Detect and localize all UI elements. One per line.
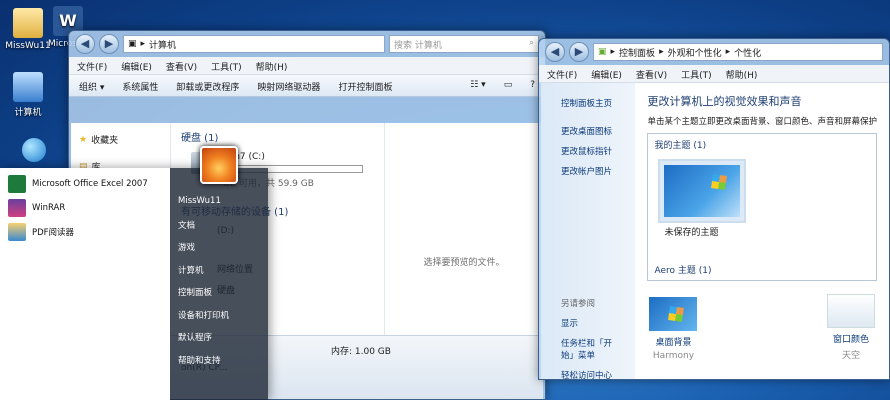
search-input[interactable]: 搜索 计算机 ⌕	[389, 35, 539, 53]
start-games-link[interactable]: 游戏	[178, 241, 260, 264]
search-placeholder: 搜索 计算机	[394, 41, 442, 51]
taskbar-start-link[interactable]: 任务栏和「开始」菜单	[561, 337, 615, 361]
preview-pane-icon[interactable]: ▭	[504, 80, 513, 91]
open-control-panel-button[interactable]: 打开控制面板	[338, 80, 392, 93]
desktop-icon-user-folder[interactable]: MissWu11	[2, 8, 54, 51]
start-help-link[interactable]: 帮助和支持	[178, 354, 260, 377]
desktop-icon-label: MissWu11	[5, 41, 51, 51]
control-panel-icon: ▣	[598, 47, 607, 57]
search-icon: ⌕	[528, 38, 534, 48]
explorer-toolbar: 组织 ▾ 系统属性 卸载或更改程序 映射网络驱动器 打开控制面板 ☷ ▾ ▭ ?	[69, 75, 545, 97]
folder-icon	[13, 8, 43, 38]
menu-help[interactable]: 帮助(H)	[726, 68, 758, 81]
menu-edit[interactable]: 编辑(E)	[591, 68, 622, 81]
cpanel-sidebar: 控制面板主页 更改桌面图标 更改鼠标指针 更改帐户图片 另请参阅 显示 任务栏和…	[541, 83, 636, 379]
drive-name: Win7 (C:)	[223, 152, 265, 162]
star-icon: ★	[79, 134, 88, 145]
change-desktop-icons-link[interactable]: 更改桌面图标	[561, 125, 615, 137]
address-segment-personalization[interactable]: 个性化	[734, 46, 761, 59]
desktop-background-icon	[649, 297, 698, 331]
forward-button[interactable]: ▶	[569, 42, 589, 62]
start-devices-printers-link[interactable]: 设备和打印机	[178, 309, 260, 332]
address-bar[interactable]: ▣ ▸ 计算机	[123, 35, 385, 53]
window-color-icon	[827, 294, 875, 328]
start-documents-link[interactable]: 文档	[178, 219, 260, 242]
computer-icon	[13, 72, 43, 102]
help-icon[interactable]: ?	[530, 80, 535, 91]
cpanel-body: 控制面板主页 更改桌面图标 更改鼠标指针 更改帐户图片 另请参阅 显示 任务栏和…	[541, 83, 889, 379]
menu-file[interactable]: 文件(F)	[77, 60, 107, 73]
group-hard-disk[interactable]: 硬盘 (1)	[181, 129, 374, 144]
address-separator: ▸	[140, 39, 146, 49]
excel-icon	[8, 175, 26, 193]
start-default-programs-link[interactable]: 默认程序	[178, 331, 260, 354]
address-segment-control-panel[interactable]: 控制面板	[619, 46, 655, 59]
cpanel-titlebar: ◀ ▶ ▣ ▸ 控制面板 ▸ 外观和个性化 ▸ 个性化	[539, 39, 889, 65]
control-panel-window[interactable]: ◀ ▶ ▣ ▸ 控制面板 ▸ 外观和个性化 ▸ 个性化 文件(F) 编辑(E) …	[538, 38, 890, 380]
change-mouse-pointer-link[interactable]: 更改鼠标指针	[561, 145, 615, 157]
organize-button[interactable]: 组织 ▾	[79, 80, 104, 93]
view-options-icon[interactable]: ☷ ▾	[470, 80, 485, 91]
menu-view[interactable]: 查看(V)	[636, 68, 667, 81]
start-control-panel-link[interactable]: 控制面板	[178, 286, 260, 309]
desktop-icon-label: 计算机	[14, 108, 42, 118]
program-winrar[interactable]: WinRAR	[4, 196, 166, 220]
menu-edit[interactable]: 编辑(E)	[121, 60, 152, 73]
cpanel-main: 更改计算机上的视觉效果和声音 单击某个主题立即更改桌面背景、窗口颜色、声音和屏幕…	[635, 83, 889, 379]
page-title: 更改计算机上的视觉效果和声音	[647, 95, 802, 108]
address-segment-appearance[interactable]: 外观和个性化	[668, 46, 722, 59]
system-properties-button[interactable]: 系统属性	[122, 80, 158, 93]
menu-help[interactable]: 帮助(H)	[256, 60, 288, 73]
my-themes-heading: 我的主题 (1)	[654, 141, 707, 151]
address-bar[interactable]: ▣ ▸ 控制面板 ▸ 外观和个性化 ▸ 个性化	[593, 43, 883, 61]
start-menu-programs: Microsoft Office Excel 2007 WinRAR PDF阅读…	[0, 168, 170, 400]
globe-icon	[22, 138, 46, 162]
nav-favorites[interactable]: ★ 收藏夹	[79, 133, 162, 147]
address-segment-computer[interactable]: 计算机	[149, 38, 176, 51]
program-excel[interactable]: Microsoft Office Excel 2007	[4, 172, 166, 196]
display-link[interactable]: 显示	[561, 317, 615, 329]
cpanel-menubar: 文件(F) 编辑(E) 查看(V) 工具(T) 帮助(H)	[539, 65, 889, 83]
cp-home-link[interactable]: 控制面板主页	[561, 97, 615, 109]
explorer-titlebar: ◀ ▶ ▣ ▸ 计算机 搜索 计算机 ⌕	[69, 31, 545, 57]
map-drive-button[interactable]: 映射网络驱动器	[257, 80, 320, 93]
back-button[interactable]: ◀	[75, 34, 95, 54]
page-subtitle: 单击某个主题立即更改桌面背景、窗口颜色、声音和屏幕保护	[647, 117, 877, 127]
program-pdf-reader[interactable]: PDF阅读器	[4, 220, 166, 244]
ease-of-access-link[interactable]: 轻松访问中心	[561, 369, 615, 379]
desktop-background-tile[interactable]: 桌面背景 Harmony	[649, 297, 698, 361]
user-avatar[interactable]	[200, 146, 238, 184]
back-button[interactable]: ◀	[545, 42, 565, 62]
theme-list[interactable]: 我的主题 (1) 未保存的主题 Aero 主题 (1)	[647, 133, 877, 281]
start-menu-places: MissWu11 文档 游戏 计算机 控制面板 设备和打印机 默认程序 帮助和支…	[170, 168, 268, 400]
windows-logo-icon	[711, 174, 728, 190]
theme-settings-tiles: 桌面背景 Harmony 窗口颜色 天空	[649, 294, 875, 361]
forward-button[interactable]: ▶	[99, 34, 119, 54]
change-account-picture-link[interactable]: 更改帐户图片	[561, 165, 615, 177]
winrar-icon	[8, 199, 26, 217]
window-color-tile[interactable]: 窗口颜色 天空	[827, 294, 875, 361]
memory-info: 内存: 1.00 GB	[331, 347, 391, 357]
pdf-reader-icon	[8, 223, 26, 241]
menu-tools[interactable]: 工具(T)	[211, 60, 242, 73]
menu-file[interactable]: 文件(F)	[547, 68, 577, 81]
explorer-menubar: 文件(F) 编辑(E) 查看(V) 工具(T) 帮助(H)	[69, 57, 545, 75]
unsaved-theme-label: 未保存的主题	[664, 228, 719, 238]
computer-icon: ▣	[128, 39, 137, 49]
desktop-icon-network[interactable]	[8, 138, 60, 165]
start-user-link[interactable]: MissWu11	[178, 196, 260, 219]
start-menu: Microsoft Office Excel 2007 WinRAR PDF阅读…	[0, 168, 268, 400]
desktop-icon-computer[interactable]: 计算机	[2, 72, 54, 118]
unsaved-theme-thumbnail[interactable]	[658, 159, 747, 223]
uninstall-button[interactable]: 卸载或更改程序	[176, 80, 239, 93]
aero-themes-heading: Aero 主题 (1)	[654, 266, 712, 276]
menu-view[interactable]: 查看(V)	[166, 60, 197, 73]
see-also-heading: 另请参阅	[561, 299, 596, 309]
start-computer-link[interactable]: 计算机	[178, 264, 260, 287]
preview-text: 选择要预览的文件。	[423, 257, 505, 268]
menu-tools[interactable]: 工具(T)	[681, 68, 712, 81]
